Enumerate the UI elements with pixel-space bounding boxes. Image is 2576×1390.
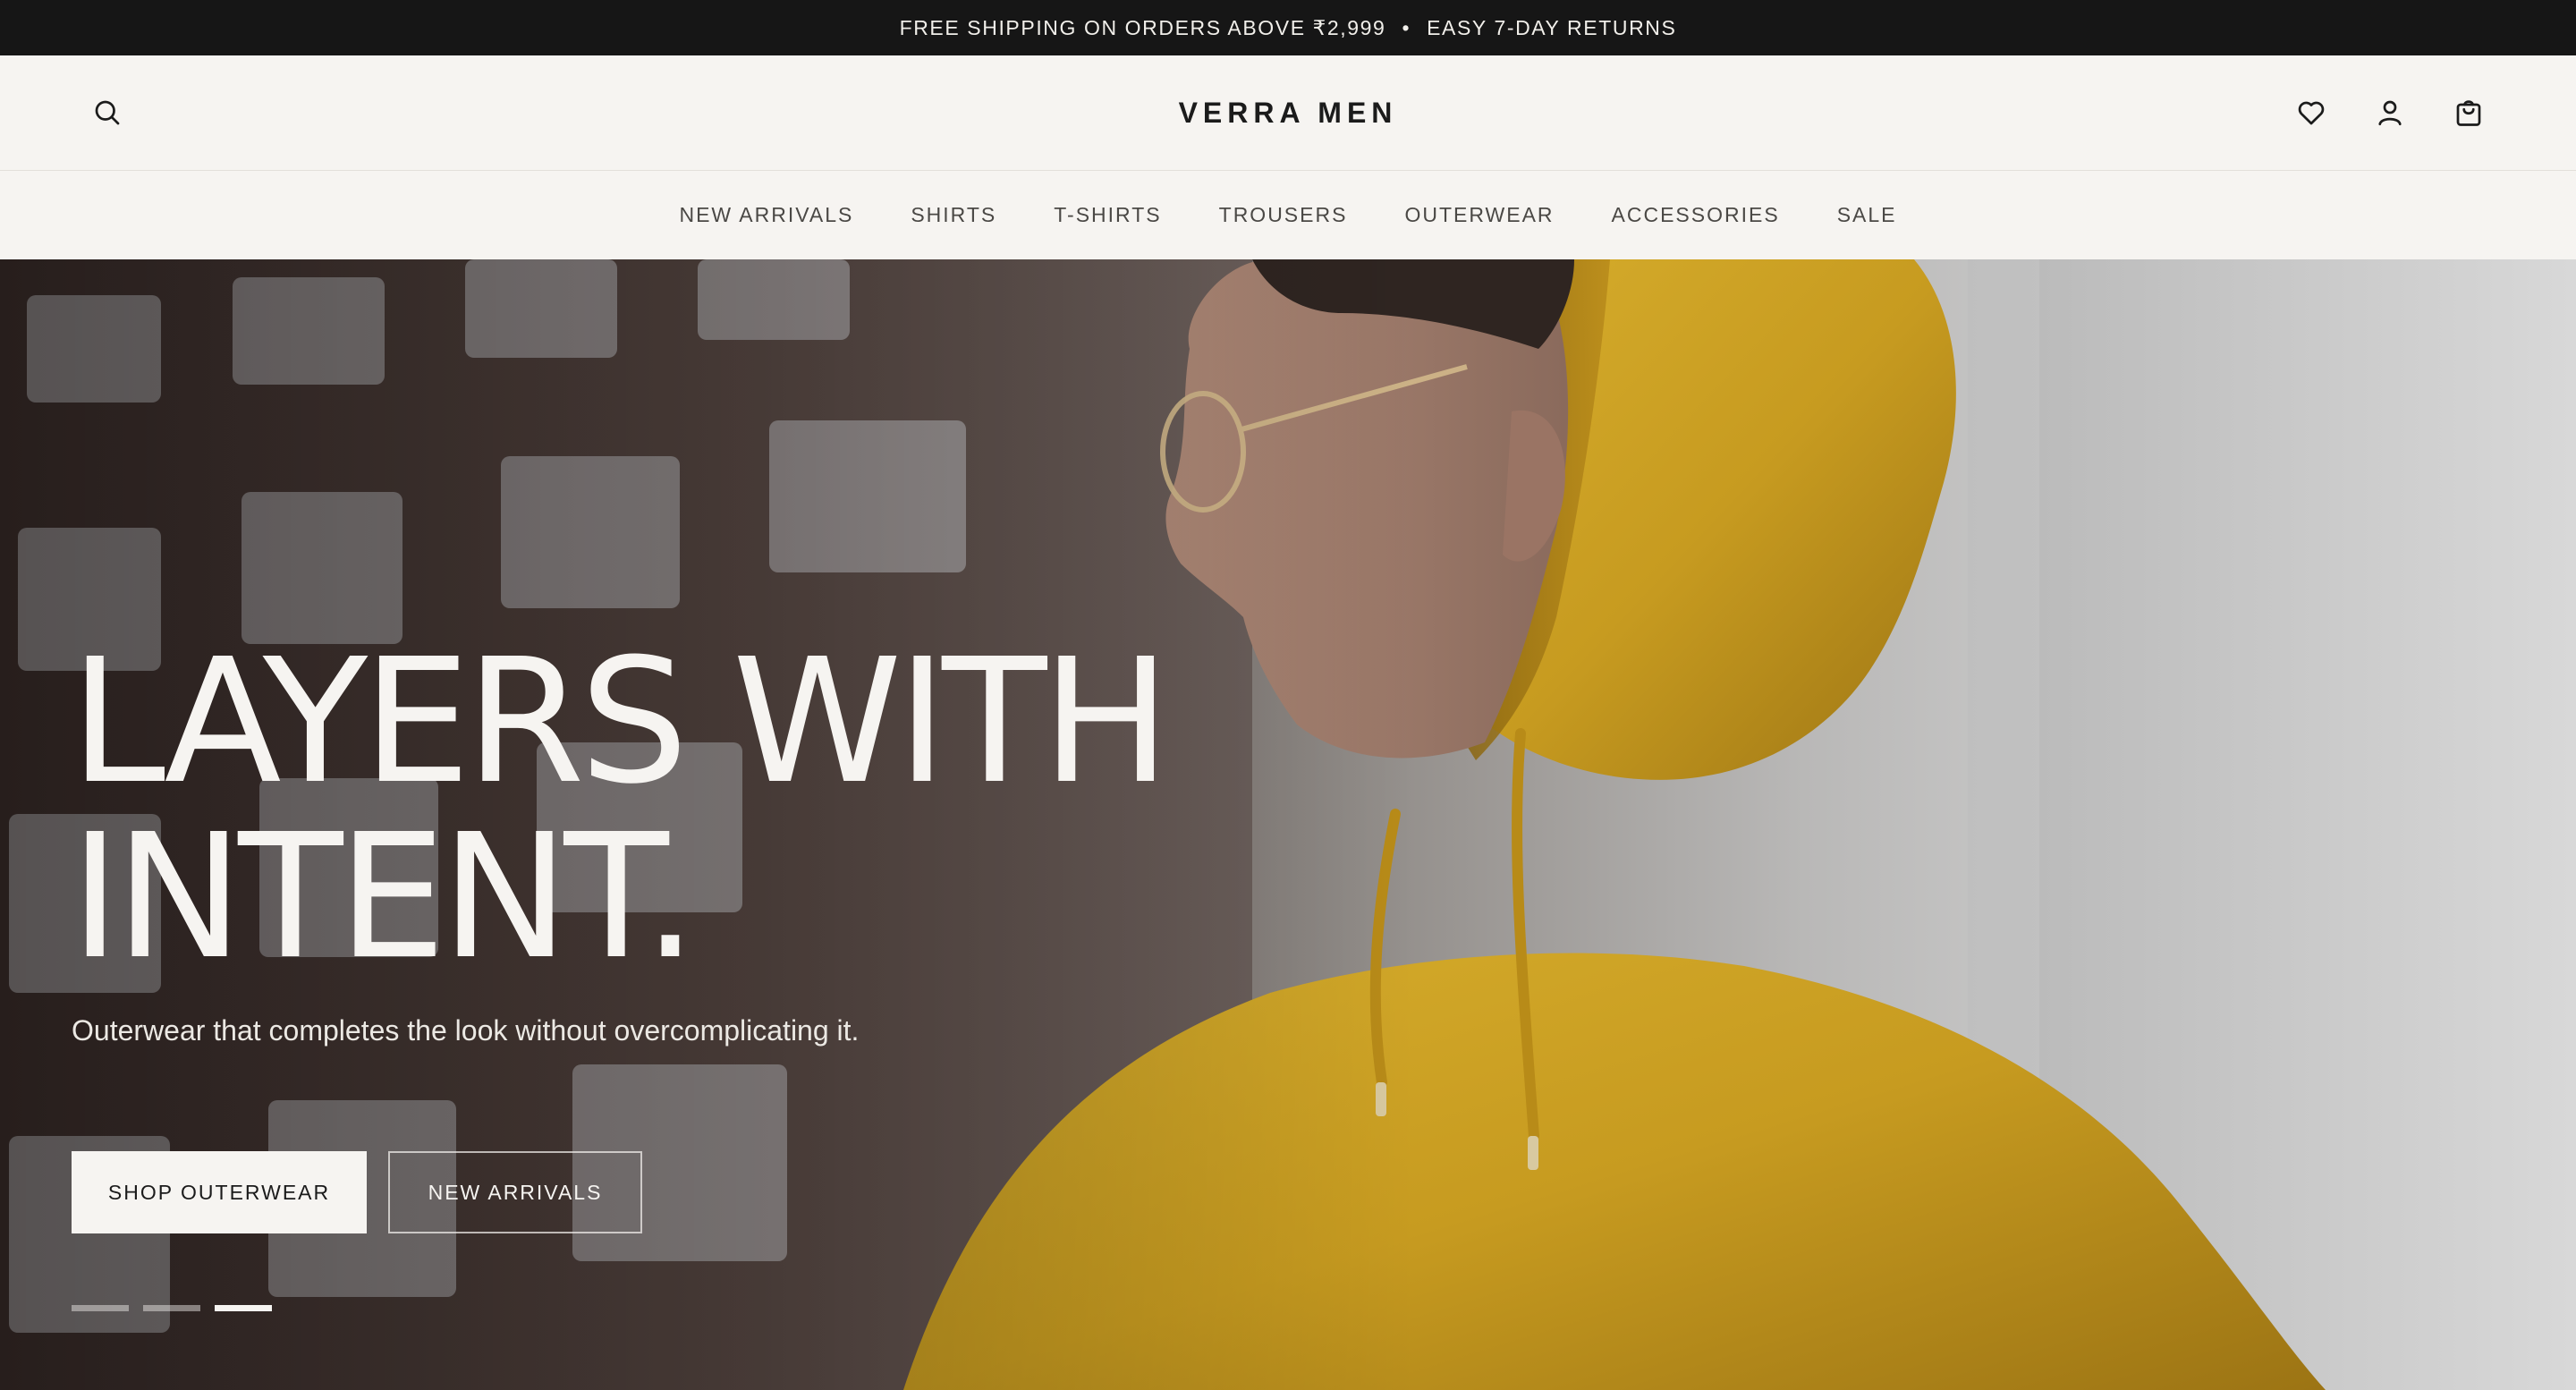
nav-item-trousers[interactable]: TROUSERS	[1219, 203, 1348, 227]
carousel-dot-3[interactable]	[215, 1305, 272, 1311]
announcement-separator: •	[1402, 15, 1411, 39]
site-header: VERRA MEN	[0, 55, 2576, 171]
hero-headline: LAYERS WITH INTENT.	[70, 623, 1171, 997]
account-button[interactable]	[2368, 91, 2411, 134]
hero-banner: LAYERS WITH INTENT. Outerwear that compl…	[0, 259, 2576, 1390]
new-arrivals-button[interactable]: NEW ARRIVALS	[388, 1151, 642, 1233]
heart-icon	[2298, 101, 2325, 125]
nav-item-t-shirts[interactable]: T-SHIRTS	[1054, 203, 1161, 227]
carousel-dot-1[interactable]	[72, 1305, 129, 1311]
bag-icon	[2456, 100, 2481, 126]
nav-item-shirts[interactable]: SHIRTS	[911, 203, 996, 227]
cart-button[interactable]	[2447, 91, 2490, 134]
user-icon	[2378, 100, 2402, 126]
hero-headline-line2: INTENT.	[70, 798, 698, 997]
nav-item-new-arrivals[interactable]: NEW ARRIVALS	[679, 203, 853, 227]
announcement-bar: FREE SHIPPING ON ORDERS ABOVE ₹2,999 • E…	[0, 0, 2576, 55]
brand-logo[interactable]: VERRA MEN	[1179, 97, 1398, 130]
brand-logo-container: VERRA MEN	[0, 55, 2576, 171]
search-icon	[95, 100, 120, 125]
main-nav: NEW ARRIVALS SHIRTS T-SHIRTS TROUSERS OU…	[0, 171, 2576, 259]
nav-item-accessories[interactable]: ACCESSORIES	[1612, 203, 1780, 227]
wishlist-button[interactable]	[2290, 91, 2333, 134]
hero-subtext: Outerwear that completes the look withou…	[72, 1014, 860, 1047]
nav-item-sale[interactable]: SALE	[1837, 203, 1897, 227]
search-button[interactable]	[86, 91, 129, 134]
hero-headline-line1: LAYERS WITH	[70, 623, 1171, 822]
nav-item-outerwear[interactable]: OUTERWEAR	[1404, 203, 1554, 227]
carousel-dot-2[interactable]	[143, 1305, 200, 1311]
carousel-indicators	[72, 1305, 272, 1311]
shop-outerwear-button[interactable]: SHOP OUTERWEAR	[72, 1151, 367, 1233]
announcement-shipping: FREE SHIPPING ON ORDERS ABOVE ₹2,999	[899, 15, 1386, 39]
announcement-returns: EASY 7-DAY RETURNS	[1427, 15, 1677, 39]
